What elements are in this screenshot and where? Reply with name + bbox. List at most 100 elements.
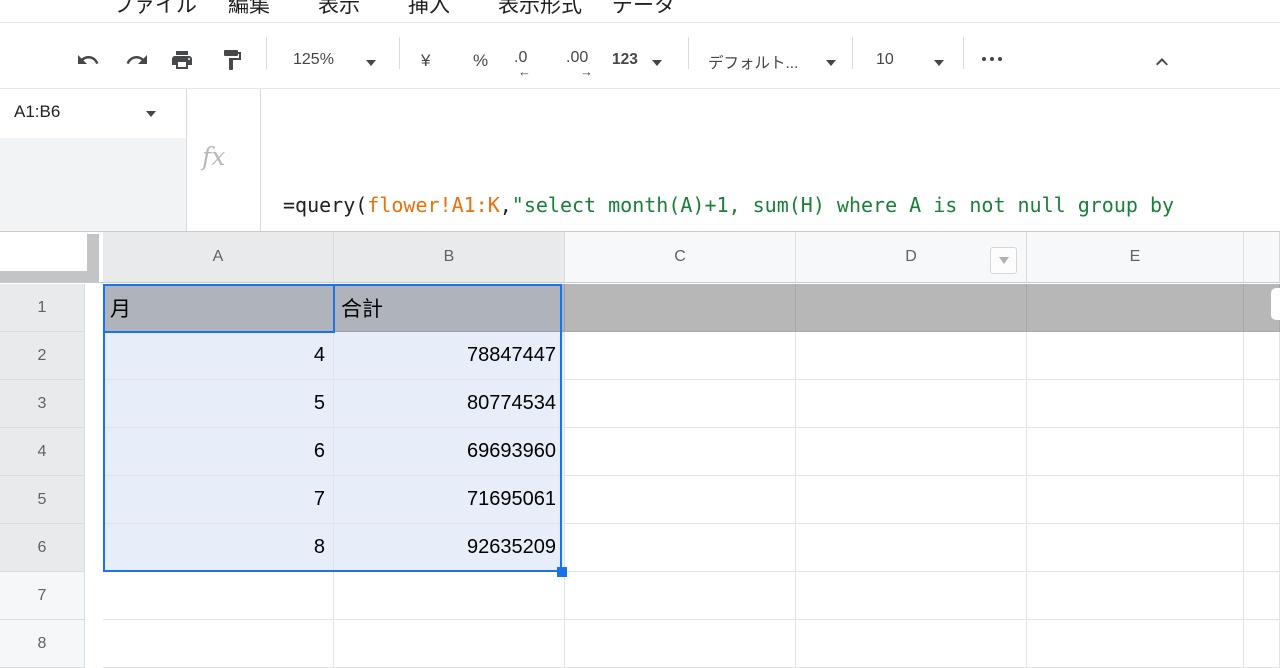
column-header-C[interactable]: C [565, 232, 796, 283]
cell-A1[interactable]: 月 [103, 284, 334, 332]
cell-C6[interactable] [565, 524, 796, 572]
paint-format-icon[interactable] [220, 48, 244, 72]
name-box-value: A1:B6 [14, 102, 60, 122]
chevron-down-icon [934, 60, 944, 66]
cell-F7[interactable] [1244, 572, 1280, 620]
cell-C1[interactable] [565, 284, 796, 332]
chevron-down-icon [826, 60, 836, 66]
formula-bar-divider [186, 89, 187, 231]
menu-item[interactable]: 表示 [318, 0, 360, 19]
column-header-B[interactable]: B [334, 232, 565, 283]
row-header-1[interactable]: 1 [0, 284, 85, 332]
formula-segment: , [500, 193, 512, 217]
chevron-down-icon [652, 60, 662, 66]
cell-A6[interactable]: 8 [103, 524, 334, 572]
undo-icon[interactable] [76, 48, 100, 72]
cell-A4[interactable]: 6 [103, 428, 334, 476]
scrollbar-thumb[interactable] [1271, 288, 1280, 320]
cell-D1[interactable] [796, 284, 1027, 332]
cell-A8[interactable] [103, 620, 334, 668]
cell-D8[interactable] [796, 620, 1027, 668]
cell-B7[interactable] [334, 572, 565, 620]
cell-C8[interactable] [565, 620, 796, 668]
print-icon[interactable] [170, 48, 194, 72]
menu-item[interactable]: 表示形式 [498, 0, 582, 19]
menu-item[interactable]: 編集 [228, 0, 270, 19]
freeze-column-handle[interactable] [87, 234, 99, 272]
redo-icon[interactable] [125, 48, 149, 72]
column-header[interactable] [1244, 232, 1280, 283]
column-header-E[interactable]: E [1027, 232, 1244, 283]
cell-F4[interactable] [1244, 428, 1280, 476]
font-name-label: デフォルト... [708, 51, 798, 73]
cell-D2[interactable] [796, 332, 1027, 380]
column-header-A[interactable]: A [103, 232, 334, 283]
cell-A5[interactable]: 7 [103, 476, 334, 524]
formula-line-1[interactable]: =query(flower!A1:K,"select month(A)+1, s… [283, 193, 1174, 217]
cell-E4[interactable] [1027, 428, 1244, 476]
cell-F6[interactable] [1244, 524, 1280, 572]
row-header-2[interactable]: 2 [0, 332, 85, 380]
cell-C3[interactable] [565, 380, 796, 428]
cell-B3[interactable]: 80774534 [334, 380, 565, 428]
menu-bar: ファイル 編集 表示 挿入 表示形式 データ [0, 0, 1280, 23]
cell-D5[interactable] [796, 476, 1027, 524]
cell-F5[interactable] [1244, 476, 1280, 524]
cell-B4[interactable]: 69693960 [334, 428, 565, 476]
menu-item[interactable]: ファイル [113, 0, 197, 19]
cell-E8[interactable] [1027, 620, 1244, 668]
fill-handle[interactable] [557, 567, 567, 577]
chevron-down-icon [366, 60, 376, 66]
freeze-row-handle[interactable] [0, 271, 99, 282]
row-header-5[interactable]: 5 [0, 476, 85, 524]
toolbar-separator [852, 37, 853, 69]
cell-A7[interactable] [103, 572, 334, 620]
menu-item[interactable]: データ [612, 0, 675, 19]
cell-B5[interactable]: 71695061 [334, 476, 565, 524]
cell-E7[interactable] [1027, 572, 1244, 620]
name-box[interactable]: A1:B6 [0, 89, 186, 138]
cell-E2[interactable] [1027, 332, 1244, 380]
cell-A2[interactable]: 4 [103, 332, 334, 380]
name-box-background [0, 138, 186, 231]
cell-D3[interactable] [796, 380, 1027, 428]
formula-segment: flower!A1:K [367, 193, 499, 217]
cell-E5[interactable] [1027, 476, 1244, 524]
toolbar-separator [688, 37, 689, 69]
row-header-6[interactable]: 6 [0, 524, 85, 572]
cell-E6[interactable] [1027, 524, 1244, 572]
percent-format-button[interactable]: % [473, 51, 488, 71]
cell-E1[interactable] [1027, 284, 1244, 332]
formula-segment: "select month(A)+1, sum(H) where A is no… [512, 193, 1174, 217]
cell-C5[interactable] [565, 476, 796, 524]
cell-B2[interactable]: 78847447 [334, 332, 565, 380]
currency-format-button[interactable]: ¥ [421, 51, 430, 71]
increase-decimal-button[interactable]: .00 → [566, 47, 600, 77]
row-header-7[interactable]: 7 [0, 572, 85, 620]
cell-F3[interactable] [1244, 380, 1280, 428]
collapse-toolbar-icon[interactable] [1150, 50, 1174, 74]
dropdown-triangle-icon [999, 257, 1009, 264]
cell-B1[interactable]: 合計 [334, 284, 565, 332]
decrease-decimal-button[interactable]: .0 ← [514, 47, 548, 77]
formula-segment: =query( [283, 193, 367, 217]
row-header-8[interactable]: 8 [0, 620, 85, 668]
cell-D6[interactable] [796, 524, 1027, 572]
row-header-4[interactable]: 4 [0, 428, 85, 476]
arrow-left-icon: ← [518, 64, 531, 79]
cell-B6[interactable]: 92635209 [334, 524, 565, 572]
cell-F2[interactable] [1244, 332, 1280, 380]
menu-item[interactable]: 挿入 [408, 0, 450, 19]
column-d-dropdown-button[interactable] [990, 247, 1017, 274]
cell-E3[interactable] [1027, 380, 1244, 428]
cell-A3[interactable]: 5 [103, 380, 334, 428]
cell-F8[interactable] [1244, 620, 1280, 668]
row-header-3[interactable]: 3 [0, 380, 85, 428]
cell-C7[interactable] [565, 572, 796, 620]
cell-B8[interactable] [334, 620, 565, 668]
cell-D4[interactable] [796, 428, 1027, 476]
more-options-icon[interactable] [982, 57, 1002, 61]
cell-C4[interactable] [565, 428, 796, 476]
cell-C2[interactable] [565, 332, 796, 380]
cell-D7[interactable] [796, 572, 1027, 620]
